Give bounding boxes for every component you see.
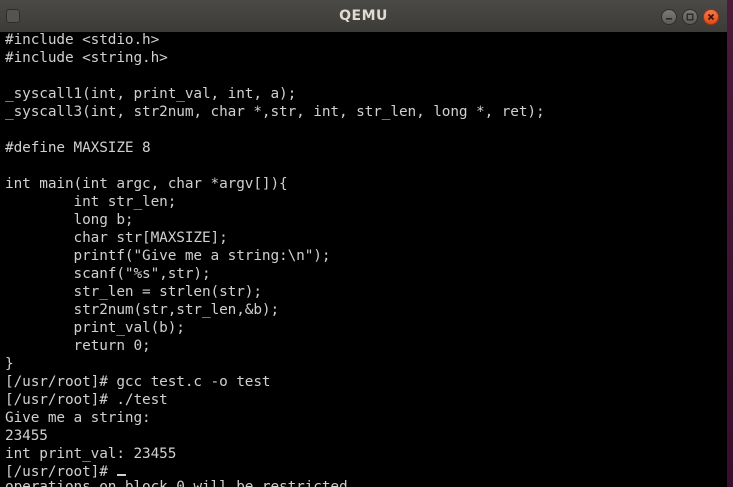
terminal-line: char str[MAXSIZE]; bbox=[5, 230, 228, 246]
desktop: QEMU #include <stdio.h> #include <string… bbox=[0, 0, 733, 487]
desktop-background-strip bbox=[727, 0, 733, 487]
terminal-line: #define MAXSIZE 8 bbox=[5, 140, 151, 156]
terminal-line: return 0; bbox=[5, 338, 151, 354]
window-controls bbox=[661, 9, 719, 25]
terminal-line: int str_len; bbox=[5, 194, 177, 210]
maximize-icon[interactable] bbox=[682, 9, 698, 25]
terminal-line: str_len = strlen(str); bbox=[5, 284, 263, 300]
text-cursor bbox=[117, 474, 127, 476]
terminal-line: #include <string.h> bbox=[5, 50, 168, 66]
terminal-line: [/usr/root]# gcc test.c -o test bbox=[5, 374, 271, 390]
terminal-line: Give me a string: bbox=[5, 410, 151, 426]
terminal-screen[interactable]: #include <stdio.h> #include <string.h> _… bbox=[0, 32, 727, 487]
terminal-line: long b; bbox=[5, 212, 134, 228]
terminal-line: str2num(str,str_len,&b); bbox=[5, 302, 280, 318]
terminal-line: #include <stdio.h> bbox=[5, 32, 160, 48]
terminal-line: [/usr/root]# ./test bbox=[5, 392, 168, 408]
title-bar[interactable]: QEMU bbox=[0, 0, 727, 33]
terminal-line: scanf("%s",str); bbox=[5, 266, 211, 282]
window-title: QEMU bbox=[339, 8, 388, 24]
minimize-icon[interactable] bbox=[661, 9, 677, 25]
terminal-line: printf("Give me a string:\n"); bbox=[5, 248, 331, 264]
terminal-line: _syscall1(int, print_val, int, a); bbox=[5, 86, 297, 102]
terminal-line: int print_val: 23455 bbox=[5, 446, 177, 462]
qemu-window: QEMU #include <stdio.h> #include <string… bbox=[0, 0, 727, 487]
close-icon[interactable] bbox=[703, 9, 719, 25]
terminal-line: 23455 bbox=[5, 428, 48, 444]
terminal-line: } bbox=[5, 356, 14, 372]
terminal-line: operations on block 0 will be restricted… bbox=[5, 479, 357, 487]
terminal-line: int main(int argc, char *argv[]){ bbox=[5, 176, 288, 192]
terminal-line: _syscall3(int, str2num, char *,str, int,… bbox=[5, 104, 545, 120]
terminal-line: print_val(b); bbox=[5, 320, 185, 336]
